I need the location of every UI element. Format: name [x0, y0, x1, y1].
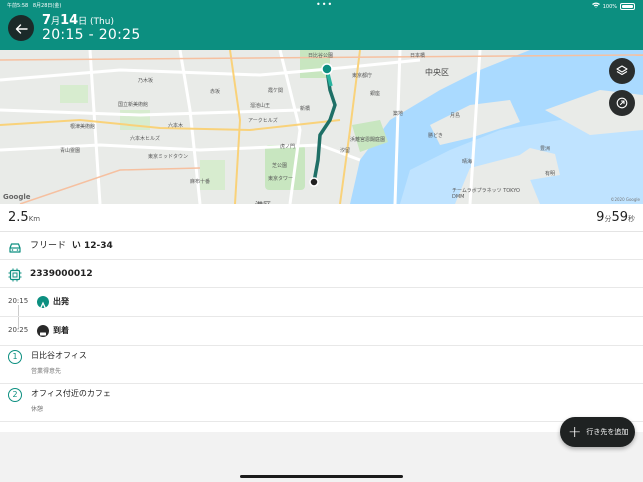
app-header: 午前5:58 8月28日(金) ••• 100% 7月14日 (Thu) 20:…	[0, 0, 643, 50]
arrive-marker-icon	[37, 325, 49, 337]
open-external-map-button[interactable]	[609, 90, 635, 116]
vehicle-plate: い 12-34	[71, 241, 113, 251]
status-date: 8月28日(金)	[32, 3, 62, 9]
destination-category: 休憩	[31, 406, 44, 413]
depart-time: 20:15	[8, 297, 29, 305]
map-label: 虎ノ門	[280, 144, 296, 150]
map-label: 東京都庁	[352, 73, 373, 79]
map-label: 日本橋	[410, 53, 426, 59]
destination-item[interactable]: 1 日比谷オフィス 営業得意先	[0, 346, 643, 384]
vehicle-row: フリード い 12-34	[0, 232, 643, 260]
multitask-dots-icon[interactable]: •••	[316, 1, 333, 9]
map-label: 青山霊園	[60, 148, 81, 154]
map-canvas	[0, 50, 643, 204]
depart-marker-icon	[37, 296, 49, 308]
map-label: 六本木	[168, 123, 184, 129]
map-label: 浜離宮恩賜庭園	[350, 137, 386, 143]
wifi-icon	[591, 2, 600, 11]
map-label: 築地	[393, 111, 404, 117]
map-label: 月島	[450, 113, 461, 119]
map-label: 新橋	[300, 106, 311, 112]
map-label: 六本木ヒルズ	[130, 136, 161, 142]
map-label: 汐留	[340, 148, 351, 154]
timeline-depart: 20:15 出発	[0, 288, 643, 317]
device-row: 2339000012	[0, 260, 643, 288]
timeline-arrive: 20:25 到着	[0, 317, 643, 346]
map-label: 日比谷公園	[308, 53, 334, 59]
open-external-icon	[616, 94, 628, 113]
trip-summary: 2.5Km 9分59秒	[0, 204, 643, 232]
map-label: 勝どき	[428, 133, 443, 139]
car-icon	[8, 239, 22, 258]
arrive-time: 20:25	[8, 326, 29, 334]
map-label: 銀座	[370, 91, 381, 97]
google-logo: Google	[3, 193, 31, 201]
map-label: 東京タワー	[268, 176, 294, 182]
map-copyright: ©2020 Google	[610, 197, 640, 202]
map-label: 根津美術館	[70, 124, 96, 130]
chip-icon	[8, 267, 22, 286]
status-time: 午前5:58	[7, 3, 29, 9]
map-label: 芝公園	[272, 163, 288, 169]
destination-category: 営業得意先	[31, 368, 62, 375]
map-label: チームラボプラネッツ TOKYO DMM	[452, 188, 520, 200]
back-button[interactable]	[8, 15, 34, 41]
device-id: 2339000012	[30, 269, 93, 279]
map-label: 乃木坂	[138, 78, 154, 84]
arrow-left-icon	[15, 19, 28, 38]
home-indicator[interactable]	[240, 475, 403, 478]
route-map[interactable]: 日比谷公園 中央区 東京都庁 港区 国立新美術館 乃木坂 六本木 根津美術館 六…	[0, 50, 643, 204]
destination-name: オフィス付近のカフェ	[31, 389, 111, 398]
status-bar: 午前5:58 8月28日(金) ••• 100%	[0, 1, 643, 12]
map-label: アークヒルズ	[248, 118, 278, 124]
layers-icon	[616, 62, 628, 81]
destination-name: 日比谷オフィス	[31, 351, 87, 360]
trip-duration: 9分59秒	[596, 210, 635, 225]
destination-item[interactable]: 2 オフィス付近のカフェ 休憩	[0, 384, 643, 422]
add-destination-label: 行き先を追加	[586, 428, 629, 436]
vehicle-name: フリード	[30, 241, 67, 251]
map-label: 晴海	[462, 159, 473, 165]
arrive-label: 到着	[53, 326, 69, 335]
trip-time-range: 20:15 - 20:25	[42, 27, 141, 43]
map-label: 東京ミッドタウン	[148, 154, 189, 160]
map-label: 中央区	[425, 68, 449, 77]
map-label: 国立新美術館	[118, 102, 149, 108]
map-label: 豊洲	[540, 146, 551, 152]
plus-icon: +	[568, 422, 582, 441]
add-destination-button[interactable]: + 行き先を追加	[560, 417, 635, 447]
map-label: 霞ケ関	[268, 88, 284, 94]
destination-number: 1	[8, 350, 22, 364]
map-label: 赤坂	[210, 89, 221, 95]
map-label: 有明	[545, 171, 556, 177]
battery-icon	[620, 3, 635, 10]
map-layers-button[interactable]	[609, 58, 635, 84]
destination-number: 2	[8, 388, 22, 402]
map-label: 麻布十番	[190, 179, 211, 185]
battery-percent: 100%	[602, 3, 617, 10]
depart-label: 出発	[53, 297, 69, 306]
trip-distance: 2.5Km	[8, 210, 41, 225]
map-label: 溜池山王	[250, 103, 271, 109]
